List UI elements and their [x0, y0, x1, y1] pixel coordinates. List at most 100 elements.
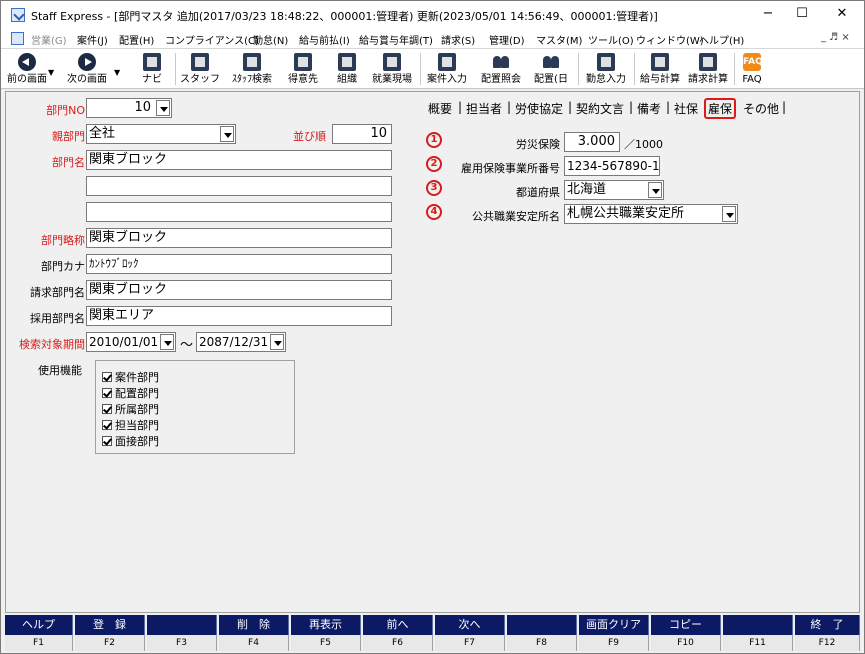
checkbox-checked-icon[interactable] — [102, 420, 112, 430]
f7-next-button[interactable]: 次へ F7 — [435, 615, 505, 651]
marker-2: 2 — [426, 156, 442, 172]
tab-overview[interactable]: 概要 — [428, 100, 452, 117]
f9-clear-button[interactable]: 画面クリア F9 — [579, 615, 649, 651]
billing-dept-field[interactable]: 関東ブロック — [86, 280, 392, 300]
navi-button[interactable]: ナビ — [133, 51, 171, 87]
toolbar: 前の画面 ▼ 次の画面 ▼ ナビ スタッフ ｽﾀｯﾌ検索 得意先 組織 就業現場… — [1, 49, 864, 89]
menu-master[interactable]: マスタ(M) — [536, 32, 582, 47]
period-tilde: ～ — [180, 338, 194, 353]
hello-work-label: 公共職業安定所名 — [472, 210, 560, 223]
function-checkbox-interview[interactable]: 面接部門 — [102, 433, 159, 449]
customer-button[interactable]: 得意先 — [283, 51, 323, 87]
f4-delete-button[interactable]: 削 除 F4 — [219, 615, 289, 651]
dept-name-line2-field[interactable] — [86, 176, 392, 196]
hiring-dept-field[interactable]: 関東エリア — [86, 306, 392, 326]
worksite-button[interactable]: 就業現場 — [367, 51, 417, 87]
close-button[interactable]: ✕ — [827, 4, 857, 24]
search-period-label: 検索対象期間 — [19, 338, 85, 351]
menu-help[interactable]: ヘルプ(H) — [699, 32, 744, 47]
parent-dept-select[interactable]: 全社 — [86, 124, 236, 144]
next-dropdown-icon[interactable]: ▼ — [114, 68, 120, 77]
function-checkbox-charge[interactable]: 担当部門 — [102, 417, 159, 433]
dept-name-line3-field[interactable] — [86, 202, 392, 222]
placement-daily-button[interactable]: 配置(日 — [527, 51, 575, 87]
staff-icon — [191, 53, 209, 71]
menu-management[interactable]: 管理(D) — [489, 32, 525, 47]
marker-1: 1 — [426, 132, 442, 148]
mdi-child-icon[interactable] — [11, 32, 24, 45]
chevron-down-icon[interactable] — [270, 334, 284, 350]
hello-work-select[interactable]: 札幌公共職業安定所 — [564, 204, 738, 224]
sort-order-field[interactable]: 10 — [332, 124, 392, 144]
f10-copy-button[interactable]: コピー F10 — [651, 615, 721, 651]
attendance-input-button[interactable]: 勤怠入力 — [580, 51, 632, 87]
dept-name-field[interactable]: 関東ブロック — [86, 150, 392, 170]
f2-register-button[interactable]: 登 録 F2 — [75, 615, 145, 651]
menu-payroll[interactable]: 給与賞与年調(T) — [359, 32, 433, 47]
function-checkbox-case[interactable]: 案件部門 — [102, 369, 159, 385]
mdi-controls[interactable]: _ ♬ × — [821, 32, 850, 43]
f1-help-button[interactable]: ヘルプ F1 — [5, 615, 73, 651]
menu-sales[interactable]: 営業(G) — [31, 32, 67, 47]
tab-employment-insurance[interactable]: 雇保 — [704, 98, 737, 119]
next-screen-button[interactable]: 次の画面 — [63, 51, 111, 87]
menu-tools[interactable]: ツール(O) — [588, 32, 634, 47]
staff-button[interactable]: スタッフ — [177, 51, 223, 87]
faq-icon: FAQ — [743, 53, 763, 71]
office-number-field[interactable]: 1234-567890-1 — [564, 156, 660, 176]
menu-advance-pay[interactable]: 給与前払(I) — [299, 32, 350, 47]
prev-dropdown-icon[interactable]: ▼ — [48, 68, 54, 77]
f6-prev-button[interactable]: 前へ F6 — [363, 615, 433, 651]
function-checkbox-affiliation[interactable]: 所属部門 — [102, 401, 159, 417]
toolbar-separator — [420, 53, 421, 85]
menu-compliance[interactable]: コンプライアンス(C) — [165, 32, 259, 47]
billing-button[interactable]: 請求計算 — [684, 51, 732, 87]
menu-cases[interactable]: 案件(J) — [77, 32, 108, 47]
dept-abbr-field[interactable]: 関東ブロック — [86, 228, 392, 248]
checkbox-checked-icon[interactable] — [102, 372, 112, 382]
tab-other[interactable]: その他 — [743, 100, 779, 117]
toolbar-separator — [175, 53, 176, 85]
tab-social-insurance[interactable]: 社保 — [674, 100, 698, 117]
checkbox-checked-icon[interactable] — [102, 436, 112, 446]
menu-window[interactable]: ウィンドウ(W) — [636, 32, 704, 47]
search-period-to-select[interactable]: 2087/12/31 — [196, 332, 286, 352]
f11-button[interactable]: F11 — [723, 615, 793, 651]
tab-staff-in-charge[interactable]: 担当者 — [466, 100, 502, 117]
workers-comp-field[interactable]: 3.000 — [564, 132, 620, 152]
placement-inquiry-icon — [492, 53, 510, 71]
case-input-button[interactable]: 案件入力 — [422, 51, 472, 87]
menu-billing[interactable]: 請求(S) — [441, 32, 475, 47]
f3-button[interactable]: F3 — [147, 615, 217, 651]
staff-search-button[interactable]: ｽﾀｯﾌ検索 — [223, 51, 281, 87]
organization-icon — [338, 53, 356, 71]
chevron-down-icon[interactable] — [648, 182, 662, 198]
maximize-button[interactable]: ☐ — [787, 4, 817, 24]
menu-placement[interactable]: 配置(H) — [119, 32, 154, 47]
f8-button[interactable]: F8 — [507, 615, 577, 651]
checkbox-checked-icon[interactable] — [102, 404, 112, 414]
tab-remarks[interactable]: 備考 — [637, 100, 661, 117]
placement-inquiry-button[interactable]: 配置照会 — [475, 51, 527, 87]
function-checkbox-placement[interactable]: 配置部門 — [102, 385, 159, 401]
organization-button[interactable]: 組織 — [327, 51, 367, 87]
faq-button[interactable]: FAQ FAQ — [736, 51, 768, 87]
chevron-down-icon[interactable] — [156, 100, 170, 116]
f5-refresh-button[interactable]: 再表示 F5 — [291, 615, 361, 651]
tab-labor-agreement[interactable]: 労使協定 — [515, 100, 563, 117]
chevron-down-icon[interactable] — [722, 206, 736, 222]
dept-no-select[interactable]: 10 — [86, 98, 172, 118]
menu-attendance[interactable]: 勤怠(N) — [253, 32, 288, 47]
checkbox-checked-icon[interactable] — [102, 388, 112, 398]
minimize-button[interactable]: − — [753, 4, 783, 24]
chevron-down-icon[interactable] — [160, 334, 174, 350]
f12-exit-button[interactable]: 終 了 F12 — [795, 615, 860, 651]
chevron-down-icon[interactable] — [220, 126, 234, 142]
payroll-button[interactable]: 給与計算 — [636, 51, 684, 87]
prev-screen-button[interactable]: 前の画面 — [5, 51, 49, 87]
dept-kana-field[interactable]: ｶﾝﾄｳﾌﾞﾛｯｸ — [86, 254, 392, 274]
prefecture-select[interactable]: 北海道 — [564, 180, 664, 200]
search-period-from-select[interactable]: 2010/01/01 — [86, 332, 176, 352]
tab-contract-text[interactable]: 契約文言 — [576, 100, 624, 117]
title-bar: Staff Express - [部門マスタ 追加(2017/03/23 18:… — [1, 1, 864, 29]
